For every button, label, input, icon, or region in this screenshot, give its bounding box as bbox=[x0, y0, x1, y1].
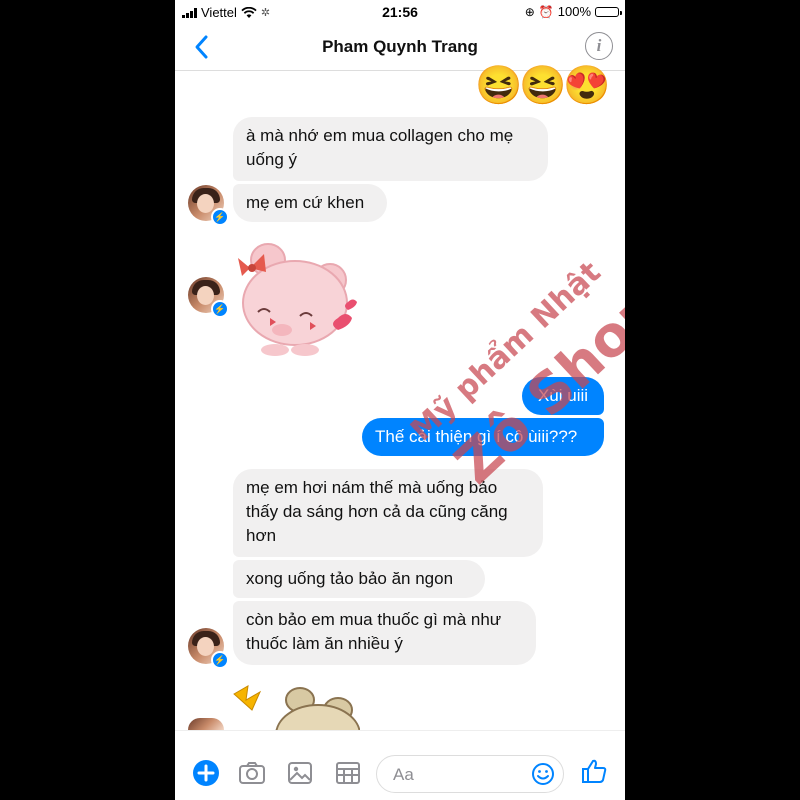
thumbs-up-button[interactable] bbox=[580, 757, 608, 785]
message-incoming[interactable]: à mà nhớ em mua collagen cho mẹ uống ý bbox=[233, 117, 548, 181]
message-outgoing[interactable]: Thế cải thiện gì í cô ùiii??? bbox=[362, 418, 604, 456]
alarm-icon: ⏰ bbox=[538, 4, 554, 19]
status-right: ⊕ ⏰ 100% bbox=[524, 4, 622, 19]
info-icon: i bbox=[596, 36, 602, 55]
message-input[interactable]: Aa bbox=[376, 755, 564, 793]
camera-button[interactable] bbox=[238, 759, 266, 787]
message-incoming[interactable]: mẹ em cứ khen bbox=[233, 184, 387, 222]
emoji-heart-eyes[interactable]: 😍 bbox=[563, 66, 610, 106]
message-incoming[interactable]: xong uống tảo bảo ăn ngon bbox=[233, 560, 485, 598]
info-button[interactable]: i bbox=[585, 32, 613, 60]
emoji-laughing-1[interactable]: 😆 bbox=[475, 66, 522, 106]
composer-bar: Aa bbox=[175, 730, 625, 800]
plus-button[interactable] bbox=[192, 759, 220, 787]
camera-icon bbox=[239, 762, 265, 784]
thumbs-up-icon bbox=[582, 759, 607, 783]
grid-button[interactable] bbox=[334, 759, 362, 787]
gallery-button[interactable] bbox=[286, 759, 314, 787]
message-input-placeholder: Aa bbox=[393, 765, 414, 784]
status-bar: Viettel ✲ 21:56 ⊕ ⏰ 100% bbox=[175, 0, 625, 24]
messenger-badge-icon: ⚡ bbox=[211, 651, 229, 669]
avatar[interactable] bbox=[188, 718, 224, 730]
conversation-header: Pham Quynh Trang i bbox=[175, 24, 625, 71]
message-incoming[interactable]: mẹ em hơi nám thế mà uống bảo thấy da sá… bbox=[233, 469, 543, 557]
phone-screen: Viettel ✲ 21:56 ⊕ ⏰ 100% Pham Quynh Tran… bbox=[175, 0, 625, 800]
contact-name[interactable]: Pham Quynh Trang bbox=[175, 37, 625, 57]
battery-label: 100% bbox=[557, 4, 591, 19]
orientation-lock-icon: ⊕ bbox=[524, 4, 535, 19]
messenger-badge-icon: ⚡ bbox=[211, 300, 229, 318]
grid-icon bbox=[336, 762, 360, 784]
battery-icon bbox=[595, 6, 622, 17]
gallery-icon bbox=[288, 762, 312, 784]
message-incoming[interactable]: còn bảo em mua thuốc gì mà như thuốc làm… bbox=[233, 601, 536, 665]
plus-icon bbox=[193, 760, 219, 786]
message-outgoing[interactable]: Xùi uiii bbox=[522, 377, 604, 415]
messenger-badge-icon: ⚡ bbox=[211, 208, 229, 226]
emoji-icon[interactable] bbox=[531, 762, 555, 786]
bear-sticker-partial[interactable] bbox=[230, 680, 360, 730]
pink-bear-sticker[interactable] bbox=[230, 238, 365, 358]
emoji-laughing-2[interactable]: 😆 bbox=[519, 66, 566, 106]
